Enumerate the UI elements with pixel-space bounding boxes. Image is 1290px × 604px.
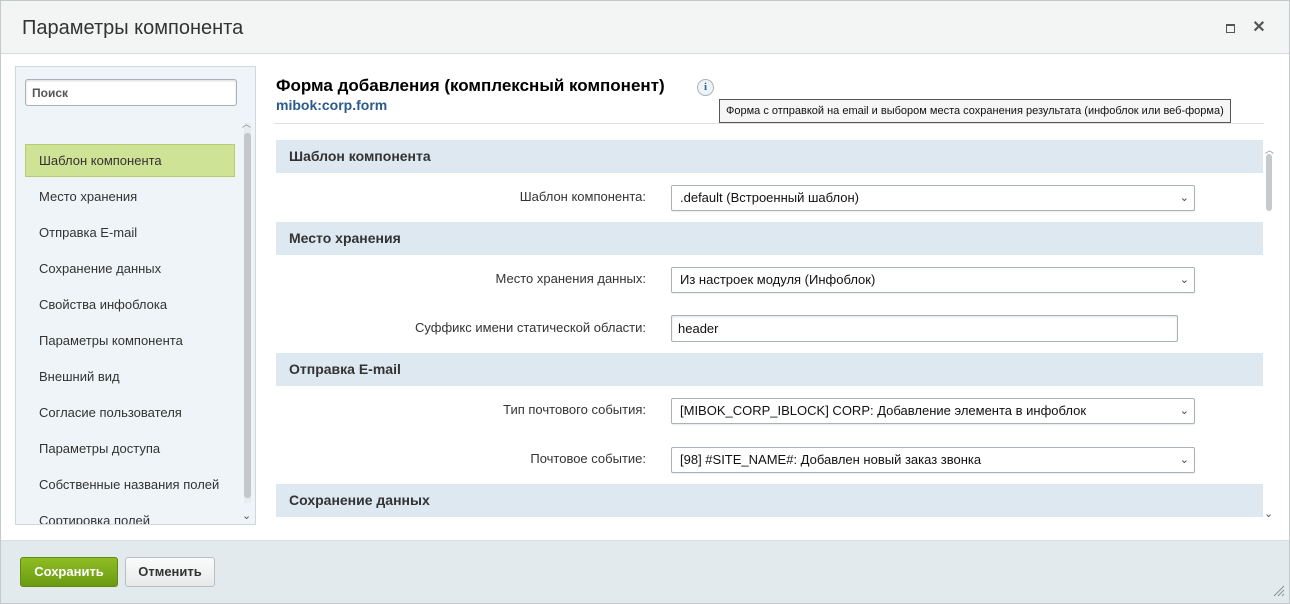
sidebar-item-iblock-properties[interactable]: Свойства инфоблока (25, 288, 235, 324)
dialog-footer: Сохранить Отменить (1, 540, 1289, 603)
section-heading-template: Шаблон компонента (276, 140, 1263, 173)
sidebar-item-field-sorting[interactable]: Сортировка полей (25, 504, 235, 524)
field-label-mail-event-type: Тип почтового события: (503, 402, 646, 417)
close-icon[interactable]: ✕ (1252, 20, 1266, 36)
mail-event-value: [98] #SITE_NAME#: Добавлен новый заказ з… (680, 452, 982, 467)
mail-event-select[interactable]: [98] #SITE_NAME#: Добавлен новый заказ з… (671, 447, 1195, 473)
cancel-button[interactable]: Отменить (125, 557, 215, 587)
field-label-template: Шаблон компонента: (519, 189, 646, 204)
mail-event-type-select[interactable]: [MIBOK_CORP_IBLOCK] CORP: Добавление эле… (671, 398, 1195, 424)
suffix-input[interactable]: header (671, 315, 1178, 342)
component-parameters-dialog: Параметры компонента ✕ Шаблон компонента… (0, 0, 1290, 604)
sidebar-item-storage[interactable]: Место хранения (25, 180, 235, 216)
sidebar-item-component-params[interactable]: Параметры компонента (25, 324, 235, 360)
save-button[interactable]: Сохранить (20, 557, 118, 587)
section-heading-email: Отправка E-mail (276, 353, 1263, 386)
main-scroll-thumb[interactable] (1266, 154, 1272, 211)
info-icon[interactable]: i (697, 79, 714, 96)
dialog-titlebar[interactable]: Параметры компонента ✕ (1, 1, 1289, 54)
parameters-form: Шаблон компонента Шаблон компонента: .de… (276, 140, 1263, 518)
scroll-up-icon[interactable]: ︿ (242, 117, 251, 130)
sidebar-item-appearance[interactable]: Внешний вид (25, 360, 235, 396)
chevron-down-icon: ⌄ (1179, 405, 1189, 417)
search-input[interactable] (25, 79, 237, 106)
main-panel: Форма добавления (комплексный компонент)… (274, 66, 1276, 526)
maximize-icon[interactable] (1224, 21, 1238, 35)
storage-select-value: Из настроек модуля (Инфоблок) (680, 272, 876, 287)
section-heading-storage: Место хранения (276, 222, 1263, 255)
sidebar-item-email[interactable]: Отправка E-mail (25, 216, 235, 252)
sidebar-item-component-template[interactable]: Шаблон компонента (25, 144, 235, 177)
scroll-down-icon[interactable]: ⌄ (1264, 507, 1273, 520)
resize-grip-icon[interactable] (1271, 583, 1285, 597)
sidebar-scroll-thumb[interactable] (244, 133, 251, 498)
field-label-storage: Место хранения данных: (495, 271, 646, 286)
sidebar-item-access[interactable]: Параметры доступа (25, 432, 235, 468)
scroll-down-icon[interactable]: ⌄ (242, 509, 251, 522)
component-title: Форма добавления (комплексный компонент) (276, 76, 665, 95)
mail-event-type-value: [MIBOK_CORP_IBLOCK] CORP: Добавление эле… (680, 403, 1087, 418)
dialog-title: Параметры компонента (22, 17, 244, 39)
sidebar: Шаблон компонента Место хранения Отправк… (15, 66, 256, 525)
sidebar-item-user-consent[interactable]: Согласие пользователя (25, 396, 235, 432)
chevron-down-icon: ⌄ (1179, 274, 1189, 286)
sidebar-scrollbar[interactable]: ︿ ⌄ (242, 119, 252, 523)
field-label-suffix: Суффикс имени статической области: (415, 320, 646, 335)
storage-select[interactable]: Из настроек модуля (Инфоблок) ⌄ (671, 267, 1195, 293)
sidebar-item-field-names[interactable]: Собственные названия полей (25, 468, 235, 504)
chevron-down-icon: ⌄ (1179, 454, 1189, 466)
section-heading-data-saving: Сохранение данных (276, 484, 1263, 517)
sidebar-item-data-saving[interactable]: Сохранение данных (25, 252, 235, 288)
description-tooltip: Форма с отправкой на email и выбором мес… (719, 99, 1231, 123)
field-label-mail-event: Почтовое событие: (530, 451, 646, 466)
template-select[interactable]: .default (Встроенный шаблон) ⌄ (671, 185, 1195, 211)
component-code: mibok:corp.form (276, 97, 388, 113)
header-divider (274, 123, 1264, 124)
template-select-value: .default (Встроенный шаблон) (680, 190, 859, 205)
main-scrollbar[interactable]: ︿ ⌄ (1264, 145, 1274, 526)
sidebar-nav: Шаблон компонента Место хранения Отправк… (25, 144, 235, 524)
chevron-down-icon: ⌄ (1179, 192, 1189, 204)
